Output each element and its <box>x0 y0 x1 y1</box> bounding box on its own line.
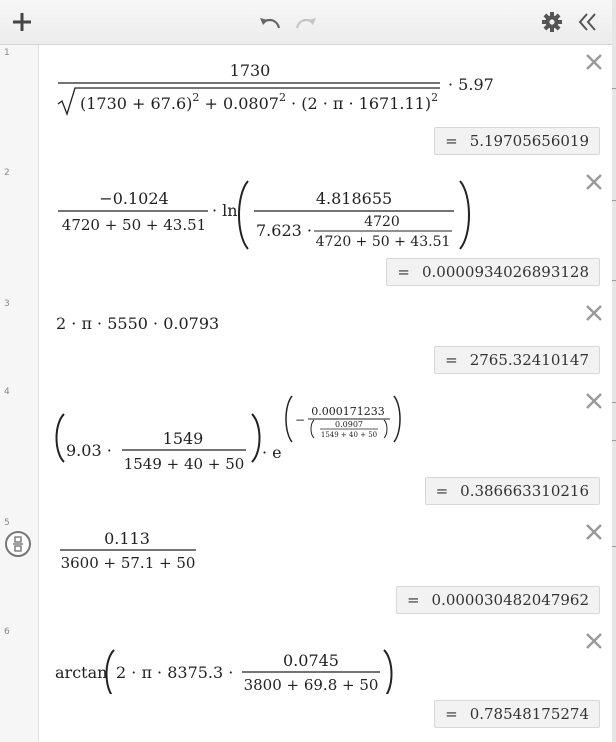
row-number: 5 <box>4 518 10 528</box>
coefficient-numerator: −0.1024 <box>99 189 168 208</box>
fraction-icon <box>13 536 23 552</box>
math-expression: 0.113 3600 + 57.1 + 50 <box>60 529 196 572</box>
math-expression: arctan 2 · π · 8375.3 · 0.0745 3800 + 69… <box>55 649 393 694</box>
fraction-toggle-button[interactable] <box>5 531 31 557</box>
plus-icon <box>13 13 31 31</box>
evaluation-result: = 0.000030482047962 <box>395 586 600 614</box>
settings-button[interactable] <box>538 8 566 36</box>
fraction-denominator: 1549 + 40 + 50 <box>124 455 245 470</box>
row-number: 3 <box>4 299 10 309</box>
numerator: 1730 <box>230 61 271 80</box>
evaluation-result: = 0.386663310216 <box>424 477 600 505</box>
expression-row[interactable]: 2 −0.1024 4720 + 50 + 43.51 · ln 4.81865… <box>0 165 612 297</box>
delete-expression-button[interactable] <box>584 631 604 651</box>
row-number: 4 <box>4 387 10 397</box>
expression-row[interactable]: 6 arctan 2 · π · 8375.3 · 0.0745 3800 + … <box>0 624 612 739</box>
row-number: 2 <box>4 168 10 178</box>
expression-row[interactable]: 1 1730 (1730 + 67.6)2 + 0.08072 · (2 · π… <box>0 45 612 166</box>
inner-denominator-numerator: 4720 <box>364 214 400 230</box>
math-expression: 2 · π · 5550 · 0.0793 <box>56 314 220 333</box>
denominator: 3600 + 57.1 + 50 <box>61 554 196 572</box>
exponent-sign: − <box>295 413 305 427</box>
exponent-inner-denominator: 1549 + 40 + 50 <box>321 431 377 439</box>
result-value: 0.78548175274 <box>469 705 589 723</box>
function-name: arctan <box>55 663 107 682</box>
exponent-numerator: 0.000171233 <box>311 405 384 418</box>
math-expression: 9.03 · 1549 1549 + 40 + 50 · e − 0.00017… <box>55 395 401 470</box>
expression-row[interactable]: 3 2 · π · 5550 · 0.0793 = 2765.32410147 <box>0 296 612 385</box>
factor-prefix: 2 · π · 8375.3 · <box>116 663 233 682</box>
row-gutter: 3 <box>0 296 39 384</box>
expression-row[interactable]: 4 9.03 · 1549 1549 + 40 + 50 · e − 0.000… <box>0 384 612 516</box>
undo-button[interactable] <box>256 8 284 36</box>
close-icon <box>586 54 602 70</box>
redo-icon <box>295 18 316 29</box>
result-value: 0.0000934026893128 <box>421 263 589 281</box>
delete-expression-button[interactable] <box>584 303 604 323</box>
row-gutter <box>0 738 39 742</box>
fraction-numerator: 1549 <box>163 429 204 448</box>
close-icon <box>586 393 602 409</box>
fraction-denominator: 3800 + 69.8 + 50 <box>244 676 379 694</box>
evaluation-result: = 5.19705656019 <box>434 127 600 155</box>
delete-expression-button[interactable] <box>584 522 604 542</box>
expression-toolbar <box>0 0 612 45</box>
math-expression: −0.1024 4720 + 50 + 43.51 · ln 4.818655 … <box>58 180 470 250</box>
row-gutter: 6 <box>0 624 39 738</box>
row-gutter: 1 <box>0 45 39 165</box>
row-gutter: 2 <box>0 165 39 296</box>
close-icon <box>586 633 602 649</box>
close-icon <box>586 305 602 321</box>
delete-expression-button[interactable] <box>584 52 604 72</box>
redo-button[interactable] <box>292 8 320 36</box>
inner-denominator-prefix: 7.623 · <box>256 221 312 240</box>
close-icon <box>586 174 602 190</box>
numerator: 0.113 <box>104 529 150 548</box>
expression-row-next[interactable] <box>0 738 612 742</box>
gear-icon <box>542 12 562 32</box>
add-expression-button[interactable] <box>8 8 36 36</box>
row-gutter: 5 <box>0 515 39 624</box>
delete-expression-button[interactable] <box>584 172 604 192</box>
ln-function: · ln <box>212 201 238 220</box>
math-expression: 1730 (1730 + 67.6)2 + 0.08072 · (2 · π ·… <box>57 61 494 116</box>
close-icon <box>586 524 602 540</box>
inner-numerator: 4.818655 <box>316 189 392 208</box>
exponent-inner-numerator: 0.0907 <box>335 420 363 429</box>
result-value: 0.000030482047962 <box>431 591 589 609</box>
radicand: (1730 + 67.6)2 + 0.08072 · (2 · π · 1671… <box>80 91 438 113</box>
collapse-list-button[interactable] <box>574 8 602 36</box>
exponential-base: · e <box>262 443 282 462</box>
fraction-numerator: 0.0745 <box>283 651 339 670</box>
evaluation-result: = 0.78548175274 <box>434 700 600 728</box>
row-number: 1 <box>4 48 10 58</box>
delete-expression-button[interactable] <box>584 391 604 411</box>
row-gutter: 4 <box>0 384 39 515</box>
coefficient-denominator: 4720 + 50 + 43.51 <box>62 216 206 234</box>
result-value: 5.19705656019 <box>469 132 589 150</box>
result-value: 2765.32410147 <box>469 351 589 369</box>
double-chevron-left-icon <box>578 13 596 31</box>
row-number: 6 <box>4 627 10 637</box>
scrollbar-edge <box>612 0 616 742</box>
inner-denominator-denominator: 4720 + 50 + 43.51 <box>316 234 451 250</box>
expression-row[interactable]: 5 0.113 3600 + 57.1 + 50 = 0.000030482047… <box>0 515 612 625</box>
multiplier: · 5.97 <box>448 75 494 94</box>
evaluation-result: = 0.0000934026893128 <box>386 258 600 286</box>
result-value: 0.386663310216 <box>460 482 589 500</box>
undo-icon <box>260 18 281 29</box>
factor-prefix: 9.03 · <box>66 441 112 460</box>
evaluation-result: = 2765.32410147 <box>434 346 600 374</box>
